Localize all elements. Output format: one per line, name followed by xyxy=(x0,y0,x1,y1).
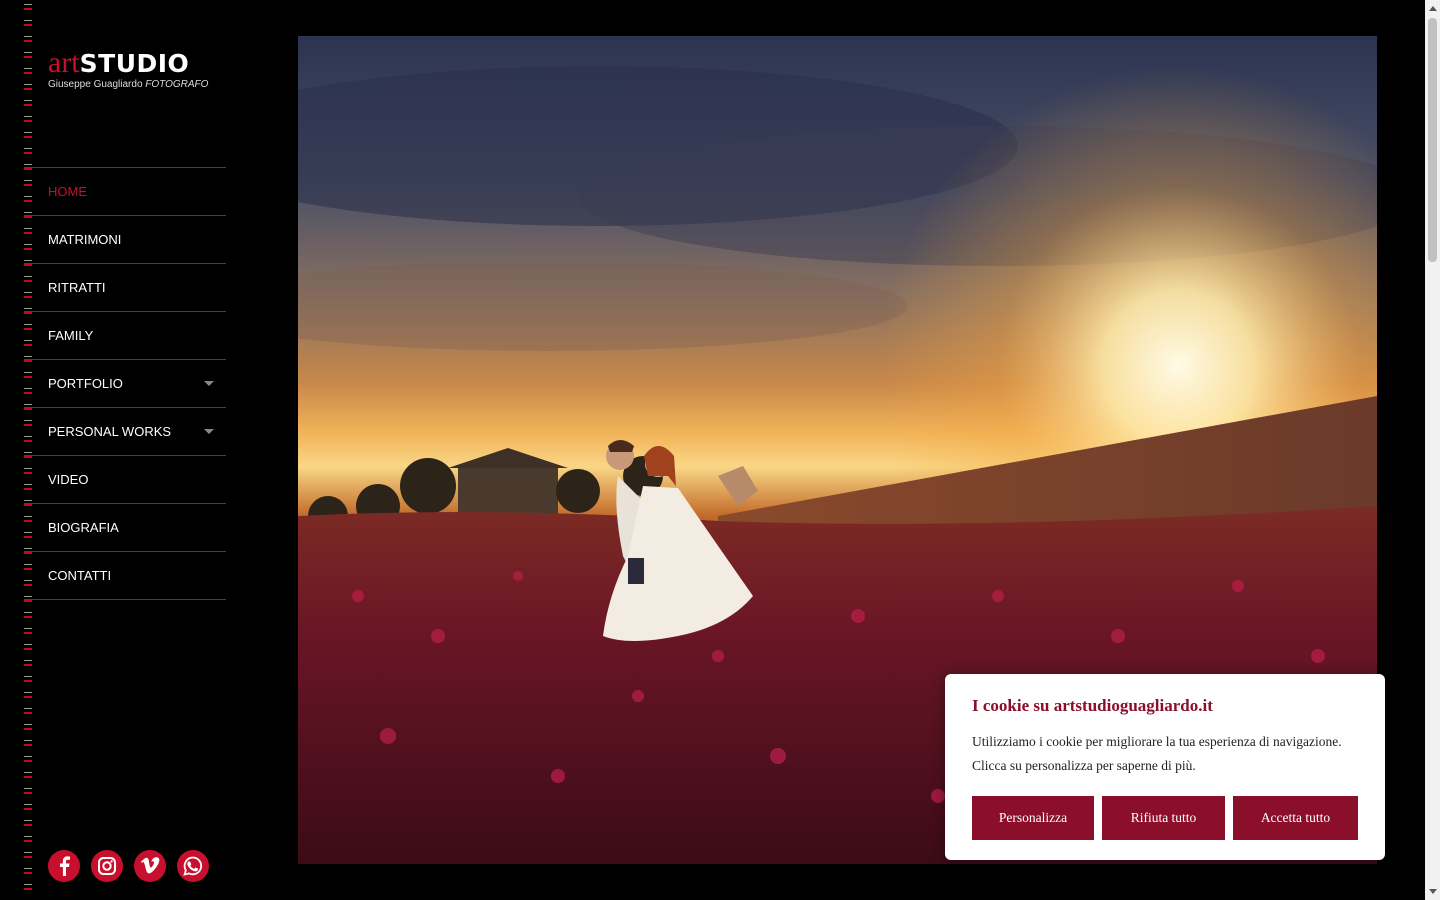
reject-all-button[interactable]: Rifiuta tutto xyxy=(1102,796,1225,840)
scroll-down-arrow-icon[interactable] xyxy=(1429,889,1437,894)
chevron-down-icon[interactable] xyxy=(204,381,214,386)
cookie-banner: I cookie su artstudioguagliardo.it Utili… xyxy=(945,674,1385,860)
logo-sub-name: Giuseppe Guagliardo xyxy=(48,79,143,90)
nav-item-label: PORTFOLIO xyxy=(48,376,123,391)
cookie-actions: Personalizza Rifiuta tutto Accetta tutto xyxy=(972,796,1358,840)
page-scrollbar[interactable] xyxy=(1425,0,1440,900)
nav-item-label: CONTATTI xyxy=(48,568,112,583)
facebook-icon[interactable] xyxy=(48,850,80,882)
instagram-icon[interactable] xyxy=(91,850,123,882)
vimeo-icon[interactable] xyxy=(134,850,166,882)
scroll-thumb[interactable] xyxy=(1428,18,1437,262)
cookie-text-line1: Utilizziamo i cookie per migliorare la t… xyxy=(972,734,1342,749)
nav-item-personal-works[interactable]: PERSONAL WORKS xyxy=(24,408,226,456)
nav-item-matrimoni[interactable]: MATRIMONI xyxy=(24,216,226,264)
nav-item-portfolio[interactable]: PORTFOLIO xyxy=(24,360,226,408)
customize-button[interactable]: Personalizza xyxy=(972,796,1094,840)
nav-item-home[interactable]: HOME xyxy=(24,168,226,216)
nav-item-label: RITRATTI xyxy=(48,280,106,295)
nav-item-label: HOME xyxy=(48,184,87,199)
cookie-text-line2: Clicca su personalizza per saperne di pi… xyxy=(972,758,1196,773)
site-logo[interactable]: art STUDIO Giuseppe Guagliardo FOTOGRAFO xyxy=(48,46,218,91)
nav-item-label: MATRIMONI xyxy=(48,232,122,247)
cookie-title: I cookie su artstudioguagliardo.it xyxy=(972,696,1213,715)
logo-art-text: art xyxy=(48,46,80,79)
social-links xyxy=(48,850,209,882)
nav-item-label: FAMILY xyxy=(48,328,94,343)
nav-item-biografia[interactable]: BIOGRAFIA xyxy=(24,504,226,552)
nav-item-label: BIOGRAFIA xyxy=(48,520,119,535)
nav-item-contatti[interactable]: CONTATTI xyxy=(24,552,226,600)
chevron-down-icon[interactable] xyxy=(204,429,214,434)
nav-item-label: PERSONAL WORKS xyxy=(48,424,172,439)
scroll-up-arrow-icon[interactable] xyxy=(1429,6,1437,11)
accept-all-button[interactable]: Accetta tutto xyxy=(1233,796,1358,840)
logo-studio-text: STUDIO xyxy=(79,49,190,78)
nav-item-family[interactable]: FAMILY xyxy=(24,312,226,360)
main-nav: HOME MATRIMONI RITRATTI FAMILY PORTFOLIO… xyxy=(24,167,226,600)
logo-subtitle: Giuseppe Guagliardo FOTOGRAFO xyxy=(48,79,218,90)
nav-item-ritratti[interactable]: RITRATTI xyxy=(24,264,226,312)
sidebar: art STUDIO Giuseppe Guagliardo FOTOGRAFO … xyxy=(0,0,250,900)
whatsapp-icon[interactable] xyxy=(177,850,209,882)
nav-item-label: VIDEO xyxy=(48,472,89,487)
nav-item-video[interactable]: VIDEO xyxy=(24,456,226,504)
logo-sub-role: FOTOGRAFO xyxy=(145,79,209,90)
